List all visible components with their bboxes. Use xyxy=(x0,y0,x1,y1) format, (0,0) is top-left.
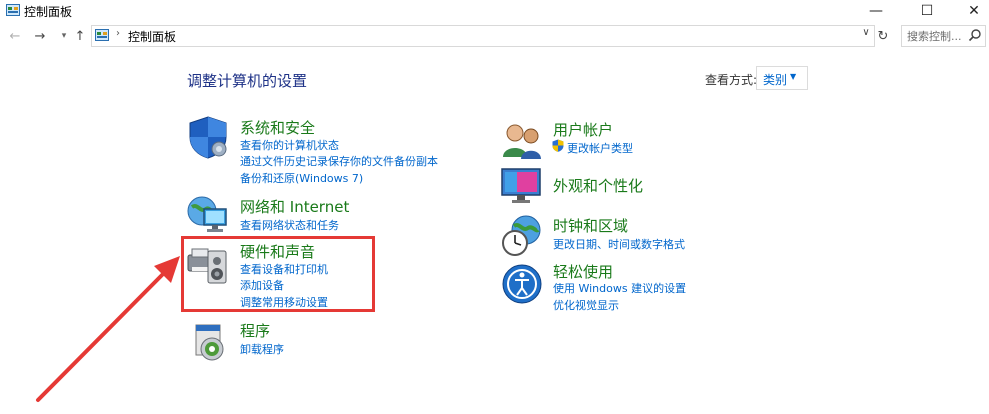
back-button[interactable]: ← xyxy=(6,27,24,45)
control-panel-icon xyxy=(95,29,109,41)
chevron-down-icon: ▾ xyxy=(61,31,67,41)
user-accounts-icon[interactable] xyxy=(500,119,544,163)
arrow-left-icon: ← xyxy=(9,28,21,44)
minimize-icon: — xyxy=(869,3,883,19)
forward-button[interactable]: → xyxy=(31,27,49,45)
window-title: 控制面板 xyxy=(24,5,73,19)
address-bar[interactable] xyxy=(91,25,875,47)
maximize-button[interactable]: ☐ xyxy=(905,0,949,22)
title-bar xyxy=(0,0,989,22)
category-title-user-accounts[interactable]: 用户帐户 xyxy=(553,119,613,140)
link-change-account-type[interactable]: 更改帐户类型 xyxy=(567,140,633,156)
shield-icon[interactable] xyxy=(186,115,230,159)
category-title-clock-region[interactable]: 时钟和区域 xyxy=(553,215,628,236)
refresh-icon: ↻ xyxy=(877,28,889,44)
link-recommended-settings[interactable]: 使用 Windows 建议的设置 xyxy=(553,280,686,296)
minimize-button[interactable]: — xyxy=(854,0,898,22)
close-button[interactable]: ✕ xyxy=(952,0,989,22)
page-title: 调整计算机的设置 xyxy=(187,72,308,90)
maximize-icon: ☐ xyxy=(920,3,934,19)
category-title-programs[interactable]: 程序 xyxy=(240,320,270,341)
view-by-value[interactable]: 类别 xyxy=(763,71,787,88)
clock-globe-icon[interactable] xyxy=(500,214,544,258)
address-dropdown-button[interactable]: ∨ xyxy=(859,27,873,38)
caret-down-icon[interactable]: ▼ xyxy=(790,72,796,81)
refresh-button[interactable]: ↻ xyxy=(874,26,892,46)
breadcrumb-item[interactable]: 控制面板 xyxy=(128,28,176,45)
programs-disc-icon[interactable] xyxy=(190,319,234,363)
appearance-monitor-icon[interactable] xyxy=(500,163,544,207)
breadcrumb-separator-icon[interactable]: › xyxy=(116,28,120,39)
annotation-highlight-box xyxy=(181,236,375,312)
up-button[interactable]: ↑ xyxy=(71,27,89,45)
link-optimize-visual-display[interactable]: 优化视觉显示 xyxy=(553,297,619,313)
link-view-computer-status[interactable]: 查看你的计算机状态 xyxy=(240,137,339,153)
category-title-system-security[interactable]: 系统和安全 xyxy=(240,117,315,138)
ease-of-access-icon[interactable] xyxy=(500,262,544,306)
control-panel-icon xyxy=(6,4,20,16)
link-backup-restore[interactable]: 备份和还原(Windows 7) xyxy=(240,170,363,186)
search-icon[interactable] xyxy=(968,28,982,42)
annotation-arrow xyxy=(36,256,180,402)
link-uninstall-program[interactable]: 卸载程序 xyxy=(240,341,284,357)
arrow-up-icon: ↑ xyxy=(74,28,86,44)
uac-shield-icon xyxy=(552,139,564,152)
chevron-down-icon: ∨ xyxy=(862,27,870,38)
arrow-right-icon: → xyxy=(34,28,46,44)
link-change-date-time-format[interactable]: 更改日期、时间或数字格式 xyxy=(553,236,685,252)
search-placeholder: 搜索控制... xyxy=(907,30,962,43)
category-title-ease-of-access[interactable]: 轻松使用 xyxy=(553,261,613,282)
link-file-history[interactable]: 通过文件历史记录保存你的文件备份副本 xyxy=(240,153,438,169)
view-by-label: 查看方式: xyxy=(705,73,758,87)
category-title-appearance[interactable]: 外观和个性化 xyxy=(553,175,643,196)
category-title-network[interactable]: 网络和 Internet xyxy=(240,196,349,217)
network-globe-icon[interactable] xyxy=(186,193,230,237)
close-icon: ✕ xyxy=(968,3,980,19)
link-network-status[interactable]: 查看网络状态和任务 xyxy=(240,217,339,233)
